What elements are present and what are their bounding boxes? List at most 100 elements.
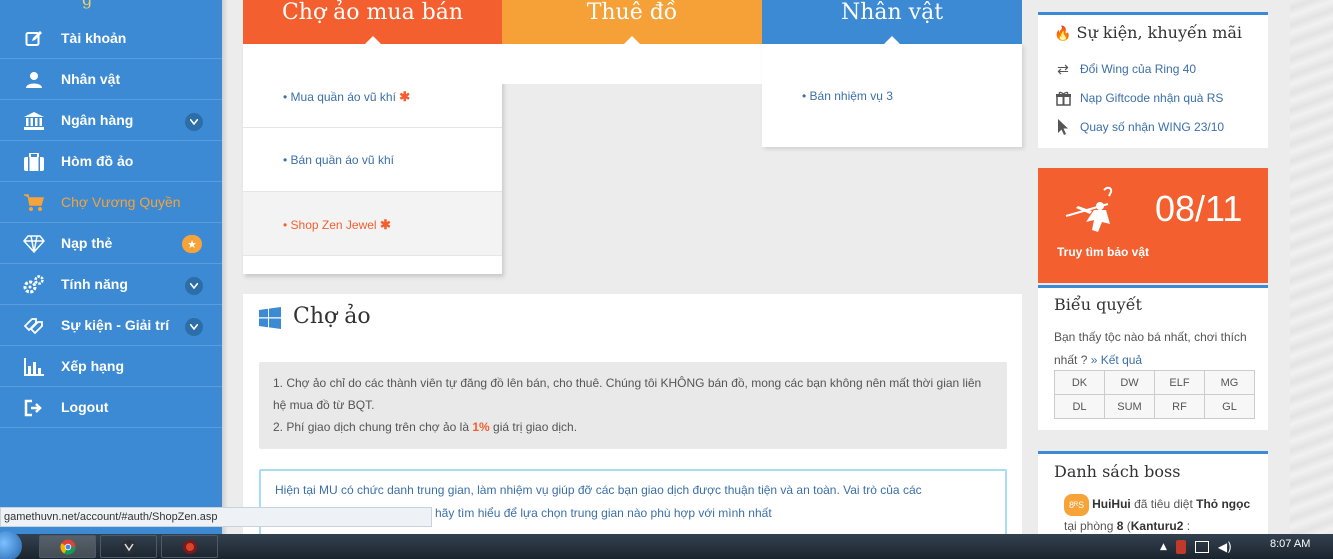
poll-option-dw[interactable]: DW <box>1104 370 1155 395</box>
reset-badge: 8ᴿS <box>1064 494 1090 516</box>
asterisk-icon: ✱ <box>399 89 411 104</box>
sidebar-item-account[interactable]: Tài khoản <box>0 19 222 59</box>
sidebar-item-ranking[interactable]: Xếp hạng <box>0 347 222 387</box>
menu-item-label: • Bán quần áo vũ khí <box>283 153 394 167</box>
rent-menu <box>502 44 762 84</box>
mu-icon <box>182 539 197 554</box>
browser-status-url: gamethuvn.net/account/#auth/ShopZen.asp <box>0 507 432 527</box>
star-icon: ★ <box>182 235 202 253</box>
tag-icon <box>23 315 45 337</box>
sidebar-item-events[interactable]: Sự kiện - Giải trí <box>0 306 222 346</box>
system-tray: ▲ ◀) <box>1160 534 1232 559</box>
menu-item-buy-gear[interactable]: • Mua quần áo vũ khí ✱ <box>243 64 502 128</box>
poll-option-dk[interactable]: DK <box>1054 370 1105 395</box>
asterisk-icon: ✱ <box>379 217 391 232</box>
windows-taskbar: ▲ ◀) 8:07 AM <box>0 531 1333 559</box>
sidebar-item-virtual-chest[interactable]: Hòm đồ ảo <box>0 142 222 182</box>
market-notice: 1. Chợ ảo chỉ do các thành viên tự đăng … <box>259 362 1007 449</box>
chevron-down-icon[interactable] <box>185 318 203 336</box>
promo-date: 08/11 <box>1155 188 1243 229</box>
logout-icon <box>23 397 45 419</box>
edit-icon <box>23 28 45 50</box>
sidebar-item-bank[interactable]: Ngân hàng <box>0 101 222 141</box>
poll-option-rf[interactable]: RF <box>1154 394 1205 419</box>
poll-option-mg[interactable]: MG <box>1204 370 1255 395</box>
menu-item-sell-quest-3[interactable]: • Bán nhiệm vụ 3 <box>802 89 893 103</box>
sidebar-item-label: Ngân hàng <box>61 112 134 128</box>
exchange-icon: ⇄ <box>1057 60 1069 77</box>
cursor-icon <box>1054 119 1072 135</box>
start-button[interactable] <box>0 531 22 559</box>
poll-results-link[interactable]: » Kết quả <box>1091 353 1142 367</box>
poll-option-gl[interactable]: GL <box>1204 394 1255 419</box>
taskbar-game-app[interactable] <box>100 535 157 558</box>
clock[interactable]: 8:07 AM <box>1270 538 1310 550</box>
tab-character[interactable]: Nhân vật <box>762 0 1022 45</box>
diamond-icon <box>23 233 45 255</box>
poll-title: Biểu quyết <box>1054 295 1142 314</box>
tab-market-trade[interactable]: Chợ ảo mua bán <box>243 0 502 45</box>
background-decoration <box>1290 0 1333 534</box>
volume-icon[interactable]: ◀) <box>1218 540 1232 554</box>
chevron-down-icon[interactable] <box>185 113 203 131</box>
notice-line-2: 2. Phí giao dịch chung trên chợ ảo là 1%… <box>273 420 578 434</box>
info-line-1: Hiện tại MU có chức danh trung gian, làm… <box>275 483 922 497</box>
boss-name: Thỏ ngọc <box>1196 497 1251 511</box>
gears-icon <box>23 274 45 296</box>
windows-icon <box>259 307 281 329</box>
logo-text: g <box>82 0 92 9</box>
map-name: Kanturu2 <box>1130 519 1184 533</box>
poll-options: DK DW ELF MG DL SUM RF GL <box>1054 370 1255 419</box>
boss-kill-entry: 8ᴿS HuiHui đã tiêu diệt Thỏ ngọc tại phòn… <box>1064 494 1260 534</box>
game-icon <box>121 539 136 554</box>
event-link-wing-exchange[interactable]: ⇄ Đổi Wing của Ring 40 <box>1054 61 1196 77</box>
sidebar-item-logout[interactable]: Logout <box>0 388 222 428</box>
events-title: 🔥 Sự kiện, khuyến mãi <box>1054 23 1243 42</box>
menu-item-shop-zen-jewel[interactable]: • Shop Zen Jewel ✱ <box>243 192 502 256</box>
menu-item-sell-gear[interactable]: • Bán quần áo vũ khí <box>243 128 502 192</box>
tab-rent[interactable]: Thuê đồ <box>502 0 762 45</box>
show-hidden-icons[interactable]: ▲ <box>1160 542 1167 552</box>
sidebar-item-topup[interactable]: Nạp thẻ ★ <box>0 224 222 264</box>
event-link-lucky-draw[interactable]: Quay số nhận WING 23/10 <box>1054 119 1224 135</box>
sidebar-item-label: Tính năng <box>61 276 128 292</box>
warrior-icon <box>1065 186 1113 232</box>
event-link-giftcode[interactable]: Nạp Giftcode nhận quà RS <box>1054 90 1223 106</box>
page-title: Chợ ảo <box>293 304 371 329</box>
events-box: 🔥 Sự kiện, khuyến mãi ⇄ Đổi Wing của Rin… <box>1038 12 1268 148</box>
sidebar-item-label: Nạp thẻ <box>61 235 113 251</box>
player-name: HuiHui <box>1092 497 1131 511</box>
market-info-card: Chợ ảo 1. Chợ ảo chỉ do các thành viên t… <box>243 294 1022 539</box>
market-menu: • Mua quần áo vũ khí ✱ • Bán quần áo vũ … <box>243 44 502 274</box>
character-menu: • Bán nhiệm vụ 3 <box>762 44 1022 147</box>
boss-list-title: Danh sách boss <box>1054 462 1181 481</box>
briefcase-icon <box>23 151 45 173</box>
poll-option-elf[interactable]: ELF <box>1154 370 1205 395</box>
sidebar-item-character[interactable]: Nhân vật <box>0 60 222 100</box>
sidebar-item-market[interactable]: Chợ Vương Quyền <box>0 183 222 223</box>
sidebar-logo: g <box>0 0 222 18</box>
taskbar-mu-app[interactable] <box>161 535 218 558</box>
sidebar-item-features[interactable]: Tính năng <box>0 265 222 305</box>
sidebar-item-label: Xếp hạng <box>61 358 125 374</box>
chevron-down-icon[interactable] <box>185 277 203 295</box>
poll-option-sum[interactable]: SUM <box>1104 394 1155 419</box>
promo-treasure-hunt[interactable]: 08/11 Truy tìm bảo vật <box>1038 168 1268 283</box>
notice-line-1: 1. Chợ ảo chỉ do các thành viên tự đăng … <box>273 376 982 412</box>
taskbar-chrome[interactable] <box>39 535 96 558</box>
poll-question: Bạn thấy tộc nào bá nhất, chơi thích nhấ… <box>1054 330 1247 367</box>
network-icon[interactable] <box>1194 540 1209 553</box>
poll-box: Biểu quyết Bạn thấy tộc nào bá nhất, chơ… <box>1038 285 1268 430</box>
fee-value: 1% <box>472 420 490 434</box>
tab-label: Chợ ảo mua bán <box>281 0 464 25</box>
poll-option-dl[interactable]: DL <box>1054 394 1105 419</box>
menu-item-label: • Mua quần áo vũ khí <box>283 90 396 104</box>
tab-label: Thuê đồ <box>586 0 678 25</box>
fire-icon: 🔥 <box>1054 26 1072 42</box>
app-tray-icon[interactable] <box>1175 539 1186 554</box>
sidebar-shadow <box>222 0 228 534</box>
tab-label: Nhân vật <box>840 0 944 25</box>
sidebar-item-label: Sự kiện - Giải trí <box>61 317 170 333</box>
gift-icon <box>1054 90 1072 106</box>
cart-icon <box>23 192 45 214</box>
